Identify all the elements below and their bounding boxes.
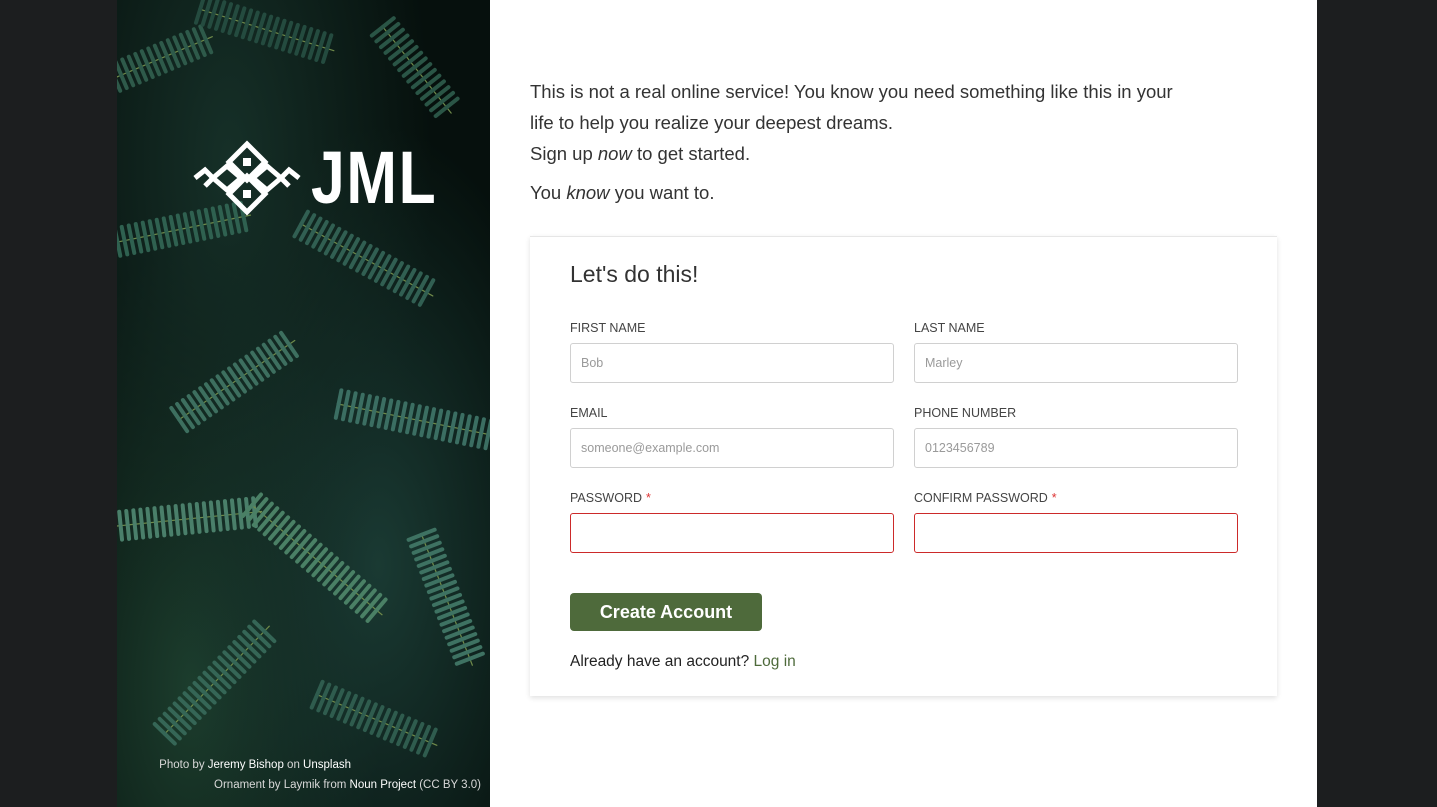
unsplash-link[interactable]: Unsplash [303,759,351,771]
main-content: This is not a real online service! You k… [490,0,1317,807]
password-group: PASSWORD * [570,487,894,553]
required-marker: * [1051,491,1057,505]
ornament-license: (CC BY 3.0) [419,779,481,791]
intro-line-2: life to help you realize your deepest dr… [530,112,894,133]
form-title: Let's do this! [570,261,699,287]
confirm-password-label: CONFIRM PASSWORD * [914,491,1057,505]
jml-logo: JML [191,140,465,216]
last-name-group: LAST NAME [914,317,1238,383]
ornament-credit: Ornament by Laymik from Noun Project (CC… [159,775,481,795]
phone-input[interactable] [914,428,1238,468]
photo-credit-prefix: Photo by [159,759,205,771]
photo-credit-mid: on [287,759,300,771]
phone-label: PHONE NUMBER [914,406,1017,420]
intro-line-1: This is not a real online service! You k… [530,81,1173,102]
last-name-label: LAST NAME [914,321,985,335]
ornament-credit-prefix: Ornament by Laymik from [214,779,347,791]
first-name-label: FIRST NAME [570,321,646,335]
first-name-input[interactable] [570,343,894,383]
first-name-group: FIRST NAME [570,317,894,383]
create-account-button[interactable]: Create Account [570,593,762,631]
password-label: PASSWORD * [570,491,651,505]
intro-line-4: You know you want to. [530,182,715,203]
last-name-input[interactable] [914,343,1238,383]
image-credits: Photo by Jeremy Bishop on Unsplash Ornam… [159,755,481,795]
email-group: EMAIL [570,402,894,468]
intro-text: This is not a real online service! You k… [530,76,1210,208]
password-input[interactable] [570,513,894,553]
confirm-password-group: CONFIRM PASSWORD * [914,487,1238,553]
login-prompt-text: Already have an account? [570,653,754,670]
login-link[interactable]: Log in [754,653,796,670]
confirm-password-input[interactable] [914,513,1238,553]
intro-line-3: Sign up now to get started. [530,143,751,164]
phone-group: PHONE NUMBER [914,402,1238,468]
photo-credit: Photo by Jeremy Bishop on Unsplash [159,755,351,775]
required-marker: * [646,491,651,505]
signup-form-card: Let's do this! FIRST NAME LAST NAME EMAI… [530,236,1277,696]
email-input[interactable] [570,428,894,468]
noun-project-link[interactable]: Noun Project [350,779,416,791]
page: JML Photo by Jeremy Bishop on Unsplash O… [117,0,1317,807]
logo-text: JML [311,136,438,219]
photo-author-link[interactable]: Jeremy Bishop [208,759,284,771]
email-label: EMAIL [570,406,608,420]
fern-background-image [117,0,490,758]
hero-panel: JML Photo by Jeremy Bishop on Unsplash O… [117,0,490,807]
login-prompt: Already have an account? Log in [570,653,796,671]
ornament-icon [193,140,301,216]
